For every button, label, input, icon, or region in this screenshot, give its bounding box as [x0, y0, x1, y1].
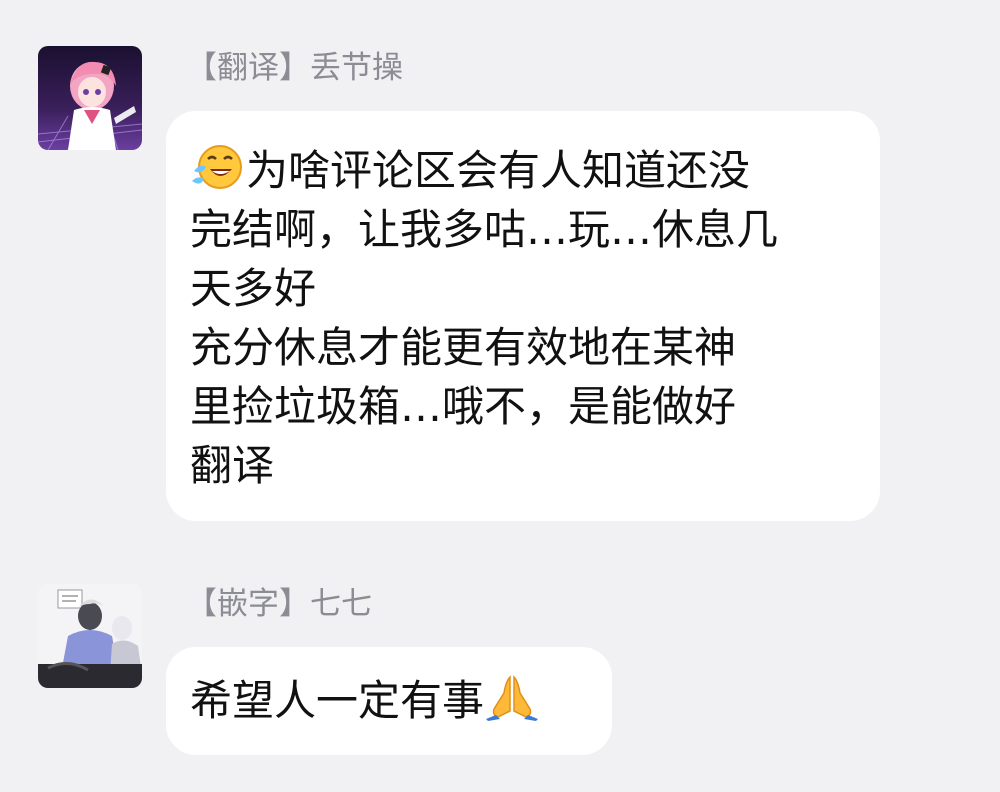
message-text-line: 希望人一定有事: [190, 676, 485, 725]
message-bubble[interactable]: 希望人一定有事: [166, 647, 612, 755]
manga-avatar-image: [38, 584, 142, 688]
avatar[interactable]: [38, 584, 142, 688]
message-2: 【嵌字】七七 希望人一定有事: [0, 0, 1000, 792]
message-line-1: 希望人一定有事: [190, 671, 588, 730]
chat-window: 【翻译】丢节操 为啥评论区会有人知道还没 完结啊，让我多咕…玩…休息几 天多好: [0, 0, 1000, 792]
folded-hands-icon: [484, 671, 540, 736]
sender-name: 【嵌字】七七: [186, 586, 372, 622]
